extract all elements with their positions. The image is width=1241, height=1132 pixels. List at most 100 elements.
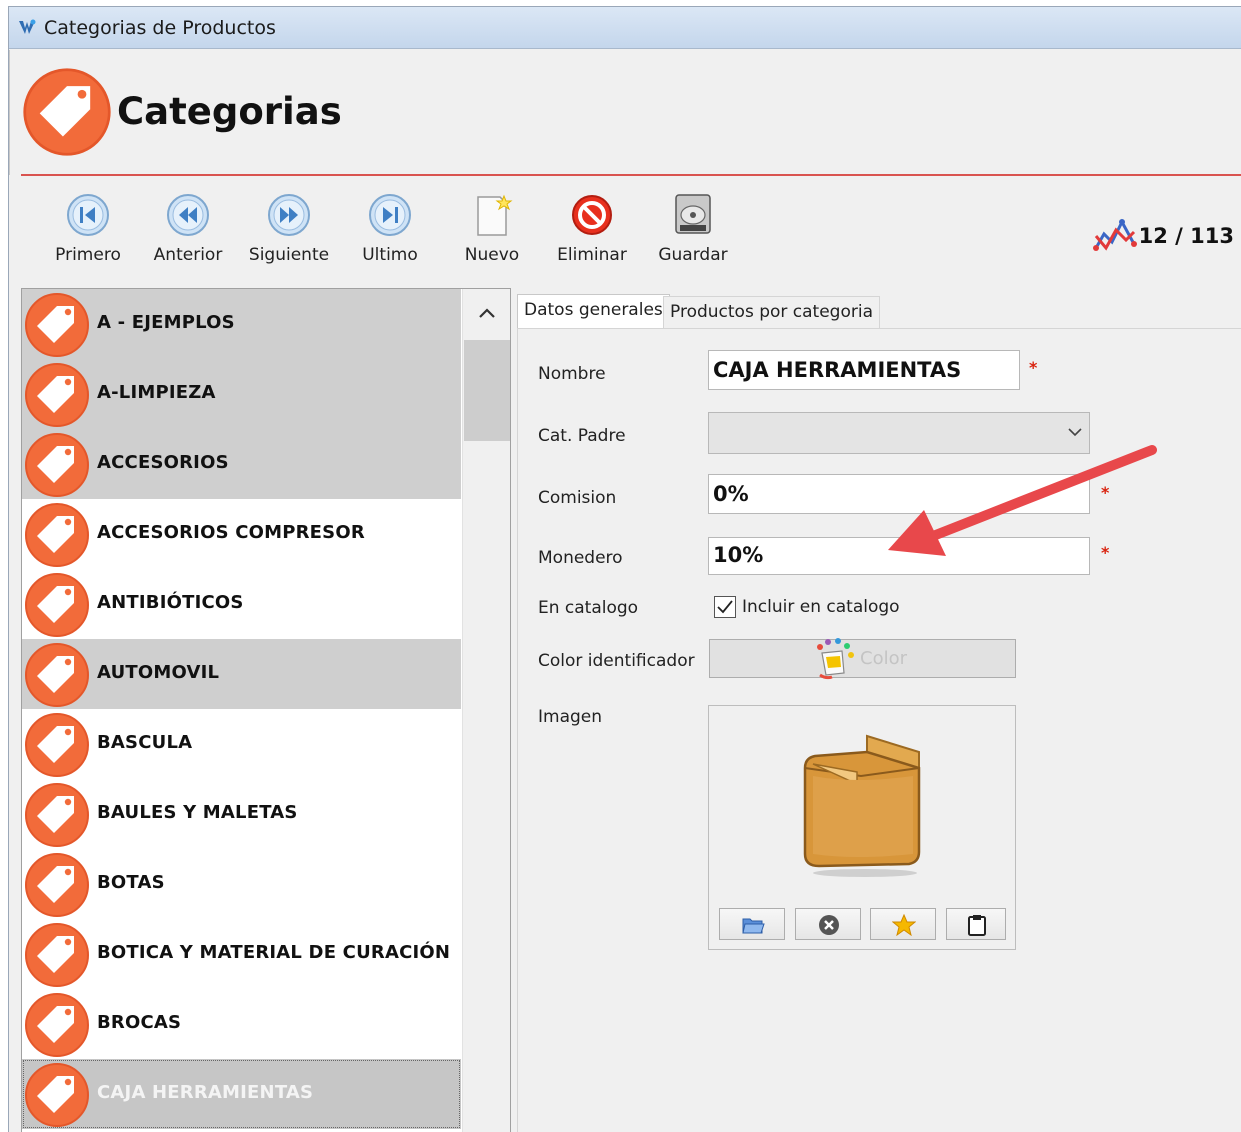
title-bar: Categorias de Productos [9,7,1241,49]
nombre-required-mark: * [1029,358,1038,377]
tab-datos-generales[interactable]: Datos generales [517,294,670,328]
category-list: A - EJEMPLOS A-LIMPIEZA ACCESORIOS ACCESORI… [22,289,461,1132]
next-record-icon [267,193,311,237]
color-button-label: Color [860,648,907,669]
list-item[interactable]: BASCULA [22,709,461,779]
tag-icon [24,502,90,568]
new-document-icon [477,194,513,236]
tag-icon [24,852,90,918]
list-item-label: BASCULA [97,732,193,753]
cat-padre-label: Cat. Padre [538,426,626,446]
list-item-label: A-LIMPIEZA [97,382,216,403]
list-item[interactable]: BOTICA Y MATERIAL DE CURACIÓN [22,919,461,989]
list-item[interactable]: BROCAS [22,989,461,1059]
list-scrollbar[interactable] [462,289,510,1132]
previous-record-button[interactable]: Anterior [138,179,238,279]
list-item-label: ACCESORIOS COMPRESOR [97,522,365,543]
list-item[interactable]: BAULES Y MALETAS [22,779,461,849]
first-record-icon [66,193,110,237]
monedero-field[interactable]: 10% [708,537,1090,575]
incluir-catalogo-checkbox[interactable] [714,596,736,618]
nombre-label: Nombre [538,364,606,384]
app-logo-icon [19,19,36,34]
delete-label: Eliminar [557,245,627,265]
save-button[interactable]: Guardar [643,179,743,279]
cardboard-box-image [803,734,921,877]
tag-icon [24,292,90,358]
list-item[interactable]: ANTIBIÓTICOS [22,569,461,639]
list-item-label: BOTICA Y MATERIAL DE CURACIÓN [97,942,451,963]
list-item-label: CAJA HERRAMIENTAS [97,1082,314,1103]
window-title: Categorias de Productos [44,17,276,39]
delete-icon [572,195,612,235]
tag-icon [22,67,112,157]
clear-image-button[interactable] [795,908,861,940]
scroll-thumb[interactable] [464,340,510,441]
category-list-panel: A - EJEMPLOS A-LIMPIEZA ACCESORIOS ACCESORI… [21,288,511,1132]
record-counter-text: 12 / 113 [1138,224,1234,248]
comision-required-mark: * [1101,483,1110,502]
detail-panel: Datos generales Productos por categoria … [511,288,1241,1132]
tag-icon [24,782,90,848]
delete-button[interactable]: Eliminar [542,179,642,279]
paste-image-button[interactable] [946,908,1006,940]
last-record-icon [368,193,412,237]
tag-icon [24,642,90,708]
page-title: Categorias [117,90,342,133]
chevron-up-icon [479,308,495,318]
list-item-label: ANTIBIÓTICOS [97,592,244,613]
star-icon [892,914,916,936]
list-item[interactable]: ACCESORIOS COMPRESOR [22,499,461,569]
list-item-label: BAULES Y MALETAS [97,802,298,823]
tag-icon [24,572,90,638]
new-button[interactable]: Nuevo [442,179,542,279]
line-chart-icon [1093,218,1137,251]
tag-icon [24,432,90,498]
incluir-catalogo-label[interactable]: Incluir en catalogo [742,597,900,617]
list-item-label: A - EJEMPLOS [97,312,235,333]
scroll-up-button[interactable] [463,289,510,337]
list-item[interactable]: AUTOMOVIL [22,639,461,709]
chevron-down-icon [1068,428,1082,437]
tab-productos-por-categoria[interactable]: Productos por categoria [663,296,881,328]
imagen-label: Imagen [538,707,603,727]
tab-content-datos-generales: Nombre CAJA HERRAMIENTAS * Cat. Padre Co… [517,328,1241,1132]
list-item-label: BROCAS [97,1012,182,1033]
tag-icon [24,712,90,778]
open-image-button[interactable] [719,908,785,940]
monedero-required-mark: * [1101,543,1110,562]
new-label: Nuevo [464,245,520,265]
list-item-label: BOTAS [97,872,165,893]
color-identificador-label: Color identificador [538,651,695,671]
nombre-field[interactable]: CAJA HERRAMIENTAS [708,350,1020,390]
first-record-button[interactable]: Primero [38,179,138,279]
page-header: Categorias [9,50,1241,175]
header-divider [21,174,1241,176]
list-item-label: AUTOMOVIL [97,662,220,683]
next-record-label: Siguiente [248,245,330,265]
next-record-button[interactable]: Siguiente [239,179,339,279]
favorite-image-button[interactable] [870,908,936,940]
first-record-label: Primero [55,245,121,265]
save-label: Guardar [658,245,728,265]
list-item[interactable]: A-LIMPIEZA [22,359,461,429]
clear-icon [819,915,839,935]
last-record-button[interactable]: Ultimo [340,179,440,279]
en-catalogo-label: En catalogo [538,598,639,618]
save-disk-icon [675,194,711,234]
comision-label: Comision [538,488,617,508]
paint-bucket-icon [817,638,854,680]
list-item[interactable]: ACCESORIOS [22,429,461,499]
comision-field[interactable]: 0% [708,474,1090,514]
tag-icon [24,992,90,1058]
toolbar: Primero Anterior Siguiente Ultimo Nuevo … [21,179,1241,287]
color-button[interactable]: Color [709,638,1016,680]
application-window: Categorias de Productos Categorias Prime… [8,6,1241,1132]
list-item[interactable]: A - EJEMPLOS [22,289,461,359]
checkmark-icon [717,600,733,614]
open-folder-icon [742,918,765,934]
list-item[interactable]: BOTAS [22,849,461,919]
list-item[interactable]: CAJA HERRAMIENTAS [22,1059,461,1129]
cat-padre-select[interactable] [708,412,1090,454]
previous-record-label: Anterior [153,245,223,265]
